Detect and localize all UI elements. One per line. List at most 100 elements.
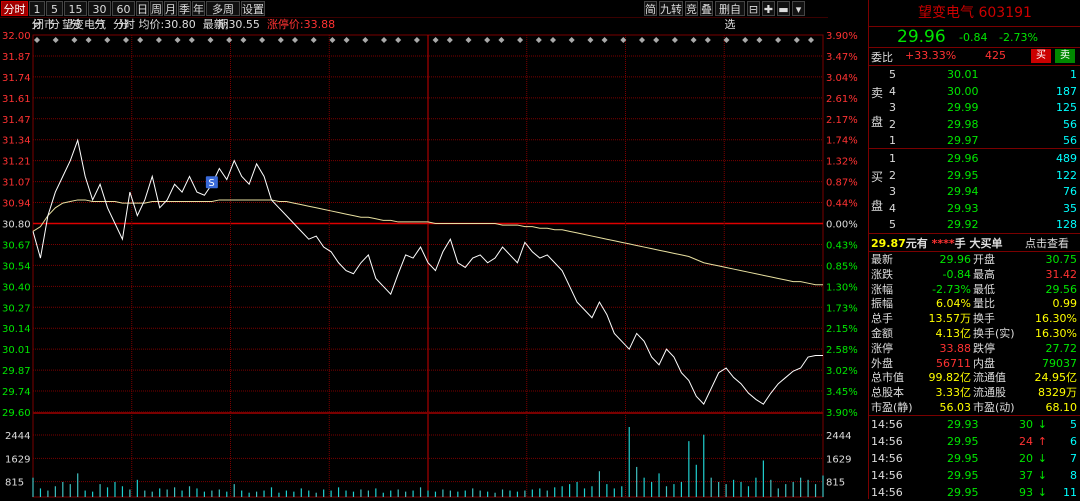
arrow-down-icon: ↓: [1037, 418, 1047, 431]
stat-row: 市盈(静) 56.03 市盈(动) 68.10: [869, 400, 1080, 416]
bid-level: 4: [889, 201, 896, 215]
tick-time: 14:56: [871, 452, 903, 465]
ask-row: 3 29.99 125: [869, 100, 1080, 116]
sell-button[interactable]: 卖: [1055, 49, 1075, 63]
event-diamond-icon: [793, 37, 800, 43]
period-tab-7[interactable]: 周: [150, 1, 163, 16]
ask-level: 2: [889, 117, 896, 131]
big-order-price: 29.87: [871, 237, 906, 250]
volume-tick-label: 2444: [5, 431, 30, 442]
stat-value: 24.95亿: [1034, 371, 1078, 385]
event-diamond-icon: [34, 37, 40, 43]
period-tab-3[interactable]: 15分: [64, 1, 87, 31]
bid-volume: 35: [1063, 201, 1077, 215]
bid-price: 29.93: [947, 201, 979, 215]
event-diamond-icon: [808, 37, 814, 43]
bid-price: 29.95: [947, 168, 979, 182]
price-change: -0.84: [959, 31, 988, 44]
pct-tick-label: 2.58%: [826, 345, 858, 356]
event-diamond-icon: [277, 37, 284, 43]
price-tick-label: 30.14: [2, 324, 31, 335]
stat-row: 振幅 6.04% 量比 0.99: [869, 296, 1080, 312]
volume-tick-label-right: 1629: [826, 454, 851, 465]
stat-value: 79037: [1042, 356, 1077, 370]
intraday-chart[interactable]: 32.00 3.90% 31.87 3.47% 31.74 3.04% 31.61 2.61%…: [0, 17, 868, 499]
tick-price: 29.95: [947, 435, 979, 448]
ask-level: 3: [889, 101, 896, 114]
tick-row: 14:56 29.95 20 7: [869, 451, 1080, 467]
period-tab-6[interactable]: 日: [136, 1, 149, 16]
period-tab-5[interactable]: 60分: [112, 1, 135, 31]
period-tab-10[interactable]: 年: [192, 1, 205, 16]
period-tab-8[interactable]: 月: [164, 1, 177, 16]
pct-tick-label: 3.47%: [826, 52, 858, 63]
wc-value: 425: [985, 49, 1006, 62]
period-tab-9[interactable]: 季: [178, 1, 191, 16]
period-tab-1[interactable]: 1分: [29, 1, 45, 31]
period-toolbar: 分时 1分 5分 15分 30分 60分日周月季年多周期 设置 简九转竞叠删自选 ⊟ ✚ ▬ ▾: [0, 0, 828, 31]
stat-label: 最新: [871, 253, 893, 266]
event-diamond-icon: [395, 37, 402, 43]
bid-volume: 489: [1056, 152, 1077, 165]
stat-row: 金额 4.13亿 换手(实) 16.30%: [869, 326, 1080, 342]
period-tab-2[interactable]: 5分: [46, 1, 63, 31]
big-order-label: 大买单: [969, 237, 1003, 250]
ask-level: 4: [889, 84, 896, 98]
ask-row: 5 30.01 1: [869, 67, 1080, 83]
volume-tick-label: 1629: [5, 454, 30, 465]
pct-tick-label: 1.32%: [826, 157, 858, 168]
stat-label: 开盘: [973, 253, 995, 266]
bid-volume: 128: [1056, 218, 1077, 231]
period-tab-4[interactable]: 30分: [88, 1, 111, 31]
stat-label: 最高: [973, 267, 995, 281]
tick-row: 14:56 29.93 30 5: [869, 417, 1080, 433]
stat-label: 振幅: [871, 297, 893, 311]
current-price: 29.96: [897, 27, 946, 47]
tool-button-2[interactable]: 竞: [685, 1, 698, 16]
price-tick-label: 30.01: [2, 345, 31, 356]
event-diamond-icon: [240, 37, 247, 43]
price-tick-label: 32.00: [2, 31, 31, 42]
pct-tick-label: 1.73%: [826, 303, 858, 314]
period-tab-0[interactable]: 分时: [1, 1, 28, 16]
tool-button-3[interactable]: 叠: [700, 1, 713, 16]
event-diamond-icon: [188, 37, 195, 43]
event-diamond-icon: [52, 37, 59, 43]
event-diamond-icon: [775, 37, 782, 43]
big-order-link[interactable]: 点击查看: [1025, 235, 1069, 251]
period-tab-11[interactable]: 多周期: [206, 1, 240, 31]
ask-price: 30.00: [947, 84, 979, 98]
event-diamond-icon: [226, 37, 233, 43]
big-order-hand: 手: [954, 237, 966, 250]
tool-button-0[interactable]: 简: [644, 1, 657, 16]
tool-button-7[interactable]: ▬: [777, 1, 790, 16]
price-tick-label: 31.74: [2, 73, 31, 84]
event-diamond-icon: [742, 37, 749, 43]
tick-count: 7: [1070, 452, 1077, 465]
stat-label: 外盘: [871, 356, 893, 370]
period-tab-12[interactable]: 设置: [241, 1, 265, 16]
tool-button-8[interactable]: ▾: [792, 1, 805, 16]
big-order-mask: ****: [931, 237, 955, 250]
price-tick-label: 31.21: [2, 157, 31, 168]
event-diamond-icon: [756, 37, 763, 43]
stat-value: 0.99: [1052, 297, 1078, 311]
stat-label: 涨幅: [871, 282, 893, 296]
tick-price: 29.93: [947, 418, 979, 431]
buy-button[interactable]: 买: [1031, 49, 1051, 63]
wb-value: +33.33%: [905, 49, 957, 62]
stat-value: 56.03: [939, 401, 972, 414]
event-diamond-icon: [704, 37, 711, 43]
tool-button-6[interactable]: ✚: [762, 1, 775, 16]
ask-level: 1: [889, 134, 896, 147]
ask-volume: 187: [1056, 84, 1077, 98]
tool-button-5[interactable]: ⊟: [747, 1, 760, 16]
event-diamond-icon: [155, 37, 162, 43]
pct-tick-label: 3.02%: [826, 366, 858, 377]
price-tick-label: 31.07: [2, 178, 31, 189]
stat-value: 13.57万: [928, 312, 972, 326]
stat-value: 16.30%: [1035, 312, 1077, 326]
ask-volume: 125: [1056, 101, 1077, 114]
tool-button-1[interactable]: 九转: [659, 1, 683, 16]
tool-button-4[interactable]: 删自选: [715, 1, 745, 31]
